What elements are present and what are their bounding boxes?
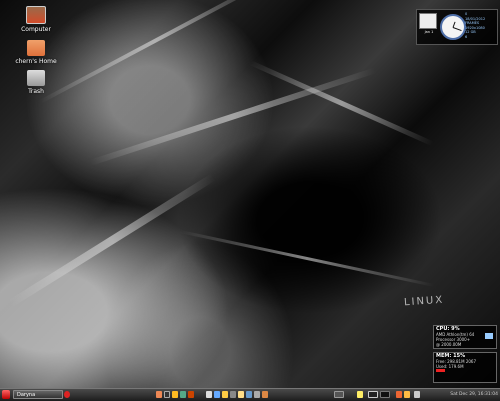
desktop-icon-label: Trash [28, 88, 44, 95]
cpu-widget[interactable]: CPU: 9% AMD Athlon(tm) 64 Processor 3000… [433, 325, 497, 349]
cpu-chip-icon [485, 333, 493, 339]
document-icon[interactable] [214, 391, 220, 398]
minute-hand [452, 27, 462, 32]
linux-watermark: LINUX [403, 294, 445, 309]
close-circle-icon[interactable] [64, 391, 70, 398]
network-icon[interactable] [246, 391, 252, 398]
workspace-3[interactable] [380, 391, 390, 398]
analog-clock [440, 14, 466, 40]
volume-icon[interactable] [414, 391, 420, 398]
desktop-icon-trash[interactable]: Trash [6, 70, 66, 95]
warning-icon[interactable] [172, 391, 178, 398]
image-viewer-icon[interactable] [222, 391, 228, 398]
sticky-note-icon[interactable] [357, 391, 363, 398]
task-label: Daryna [17, 392, 36, 398]
calendar-date: Jan 1 [424, 30, 434, 34]
files-icon[interactable] [238, 391, 244, 398]
taskbar-clock[interactable]: Sat Dec 29, 16:31:04 [450, 390, 498, 399]
taskbar-window-daryna[interactable]: Daryna [13, 390, 63, 399]
terminal-icon[interactable] [164, 391, 170, 398]
workspace-2[interactable] [368, 391, 378, 398]
sysinfo-line: 6 [465, 34, 468, 39]
main-menu-button[interactable] [2, 390, 10, 399]
trash-icon [27, 70, 45, 86]
desktop-icon-computer[interactable]: Computer [6, 6, 66, 33]
memory-widget[interactable]: MEM: 15% Free: 298.81M 2067 Used: 179.6M [433, 352, 497, 383]
folder-icon[interactable] [404, 391, 410, 398]
desktop-icon-label: Computer [21, 26, 51, 33]
taskbar: Daryna Sat Dec 29, 16:31:04 [0, 388, 500, 401]
settings-icon[interactable] [230, 391, 236, 398]
memory-usage-bar [436, 369, 445, 372]
cpu-info-line: @ 2000.00M [436, 342, 462, 347]
media-icon[interactable] [188, 391, 194, 398]
update-icon[interactable] [396, 391, 402, 398]
desktop-icon-home[interactable]: chern's Home [6, 40, 66, 65]
home-folder-icon [27, 40, 45, 56]
desktop-icon-label: chern's Home [15, 58, 57, 65]
browser-icon[interactable] [156, 391, 162, 398]
clock-widget[interactable]: Jan 1 0 18/01/2012 FRAMES 1920x1080 12 G… [416, 9, 498, 45]
office-icon[interactable] [206, 391, 212, 398]
workspace-1[interactable] [334, 391, 344, 398]
chat-icon[interactable] [180, 391, 186, 398]
system-info: 0 18/01/2012 FRAMES 1920x1080 12 GB 6 [465, 12, 495, 39]
calendar-icon [419, 13, 437, 29]
computer-icon [26, 6, 46, 24]
editor-icon[interactable] [254, 391, 260, 398]
package-icon[interactable] [262, 391, 268, 398]
